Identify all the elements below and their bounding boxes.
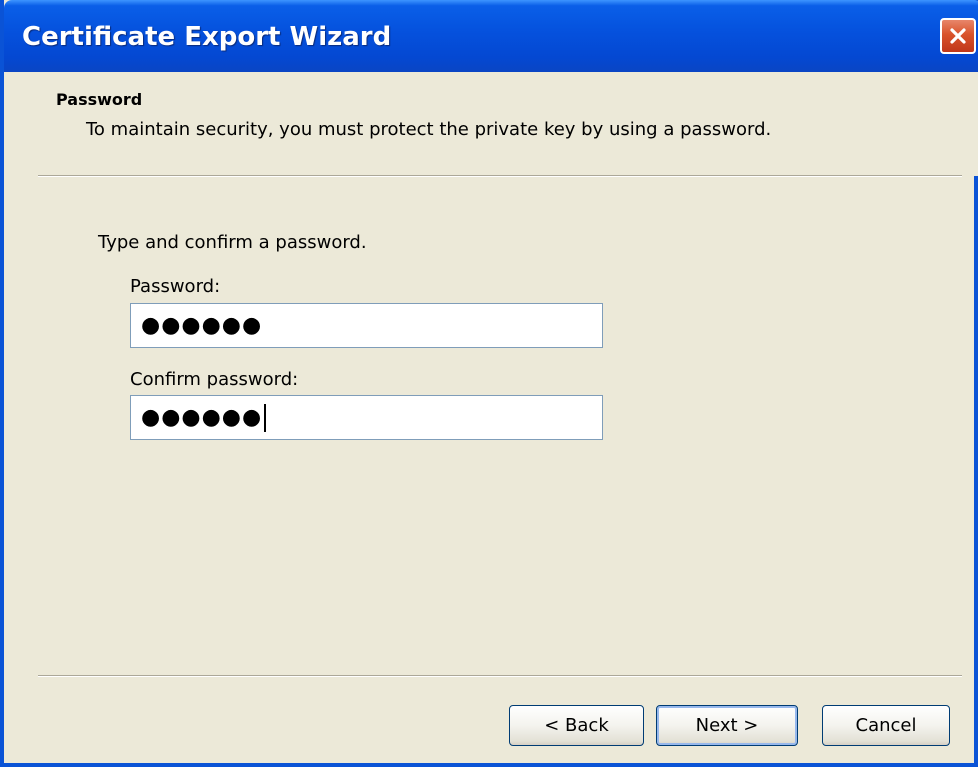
certificate-export-wizard-window: Certificate Export Wizard Password To ma…	[0, 0, 978, 767]
header-divider	[38, 175, 962, 177]
confirm-password-label: Confirm password:	[130, 369, 299, 390]
text-caret	[264, 403, 267, 432]
footer-divider	[38, 675, 962, 677]
cancel-button[interactable]: Cancel	[822, 705, 950, 746]
confirm-password-value: ●●●●●●	[141, 405, 263, 430]
next-button[interactable]: Next >	[656, 705, 798, 746]
password-input[interactable]: ●●●●●●	[130, 303, 603, 348]
password-value: ●●●●●●	[141, 313, 263, 338]
window-title: Certificate Export Wizard	[22, 22, 392, 52]
page-title: Password	[56, 90, 143, 109]
password-label: Password:	[130, 276, 221, 297]
instruction-text: Type and confirm a password.	[98, 232, 367, 253]
back-button[interactable]: < Back	[509, 705, 644, 746]
confirm-password-input[interactable]: ●●●●●●	[130, 395, 603, 440]
close-icon	[950, 28, 966, 44]
close-button[interactable]	[940, 18, 976, 54]
title-bar[interactable]: Certificate Export Wizard	[4, 0, 978, 72]
page-description: To maintain security, you must protect t…	[86, 119, 772, 140]
